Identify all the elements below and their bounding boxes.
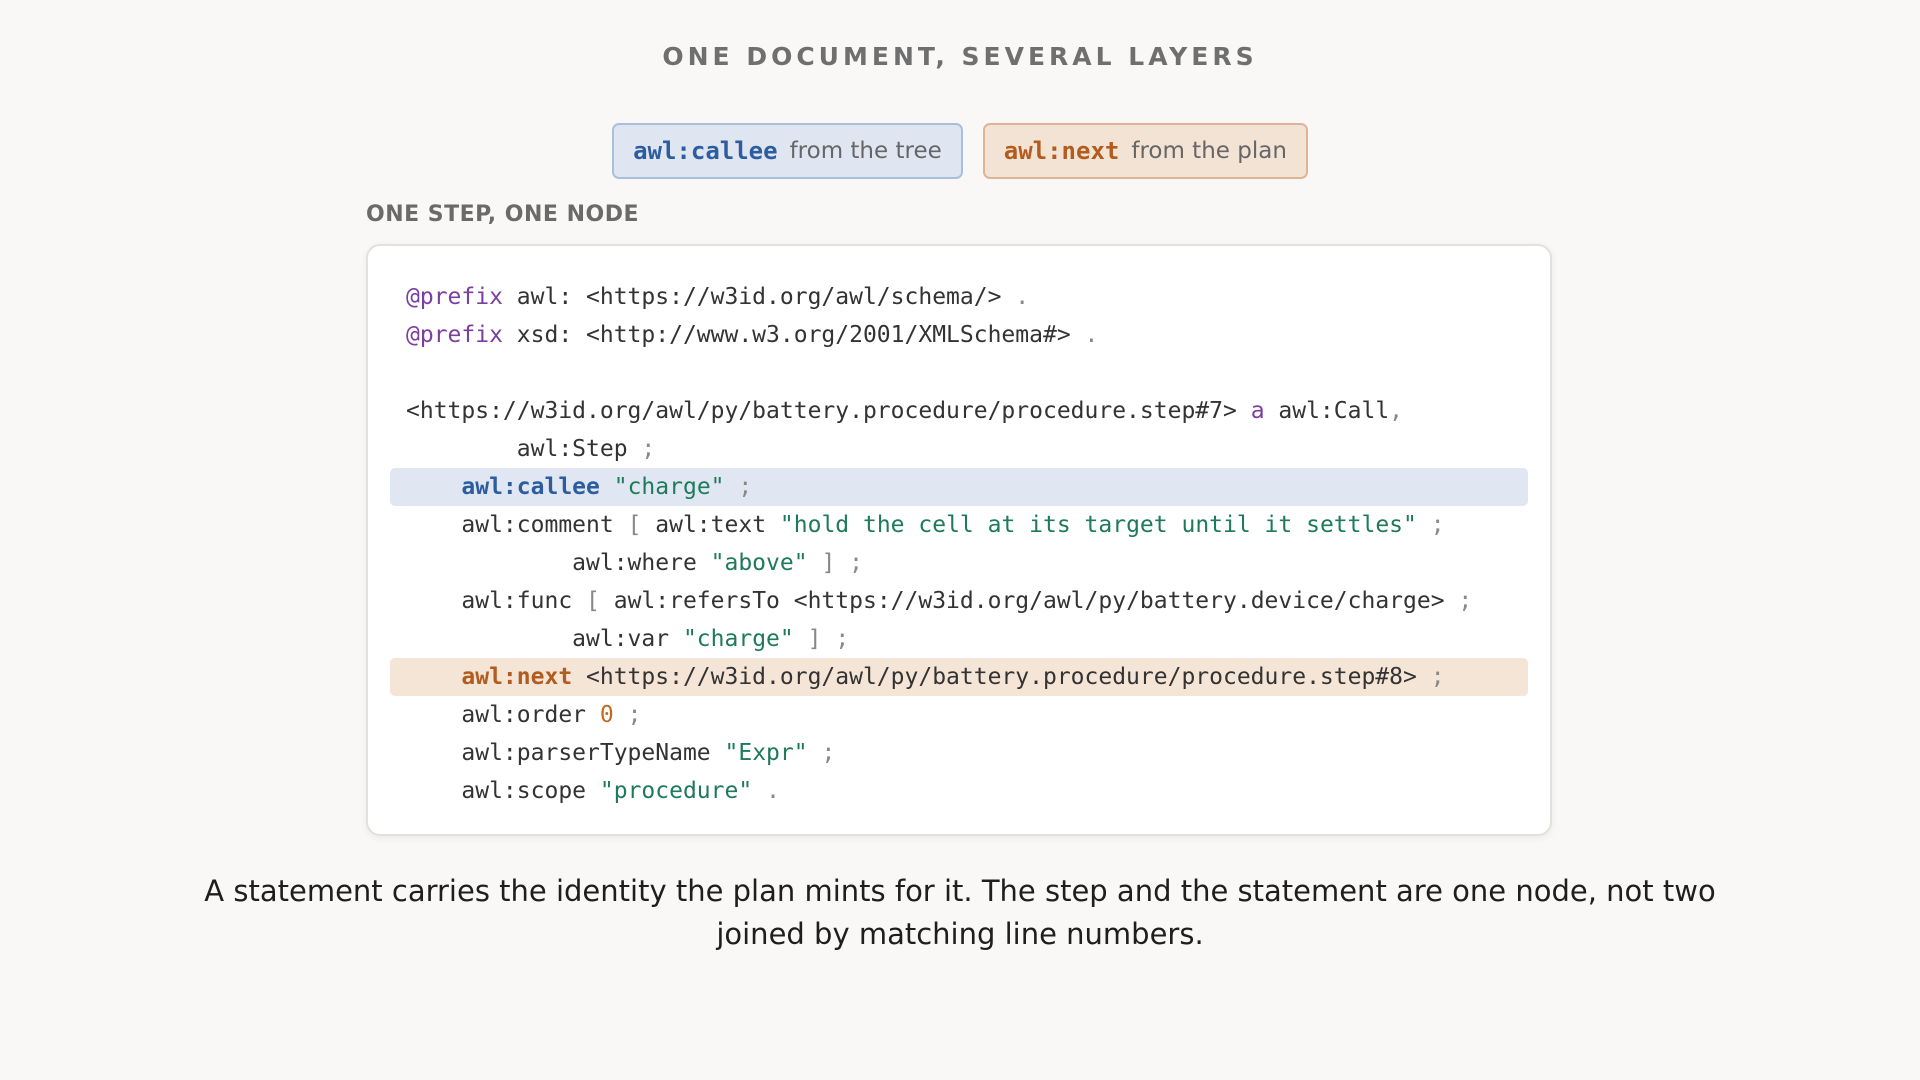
code-line-order: awl:order 0 ; (406, 702, 642, 728)
code-line-scope: awl:scope "procedure" . (406, 778, 780, 804)
legend: awl:callee from the tree awl:next from t… (0, 123, 1920, 179)
legend-desc-tree: from the tree (789, 138, 942, 164)
legend-chip-tree: awl:callee from the tree (612, 123, 963, 179)
page-title: ONE DOCUMENT, SEVERAL LAYERS (662, 42, 1258, 71)
code-line-callee: awl:callee "charge" ; (390, 468, 1528, 506)
legend-key-next: awl:next (1003, 137, 1120, 165)
code-line-var: awl:var "charge" ] ; (406, 626, 850, 652)
legend-chip-plan: awl:next from the plan (982, 123, 1308, 179)
code-line-prefix-xsd: @prefix xsd: <http://www.w3.org/2001/XML… (406, 322, 1099, 348)
code-line-subject: <https://w3id.org/awl/py/battery.procedu… (406, 398, 1404, 424)
code-line-where: awl:where "above" ] ; (406, 550, 864, 576)
caption: A statement carries the identity the pla… (204, 874, 1716, 951)
legend-key-callee: awl:callee (633, 137, 778, 165)
code-line-type-step: awl:Step ; (406, 436, 656, 462)
code-line-next: awl:next <https://w3id.org/awl/py/batter… (390, 658, 1528, 696)
legend-desc-plan: from the plan (1131, 138, 1287, 164)
code-card: @prefix awl: <https://w3id.org/awl/schem… (366, 244, 1552, 836)
code-line-prefix-awl: @prefix awl: <https://w3id.org/awl/schem… (406, 284, 1030, 310)
code-line-parser: awl:parserTypeName "Expr" ; (406, 740, 836, 766)
code-line-func: awl:func [ awl:refersTo <https://w3id.or… (406, 588, 1473, 614)
code-line-comment: awl:comment [ awl:text "hold the cell at… (406, 512, 1445, 538)
section-label: ONE STEP, ONE NODE (366, 202, 639, 227)
code-block: @prefix awl: <https://w3id.org/awl/schem… (368, 278, 1550, 810)
